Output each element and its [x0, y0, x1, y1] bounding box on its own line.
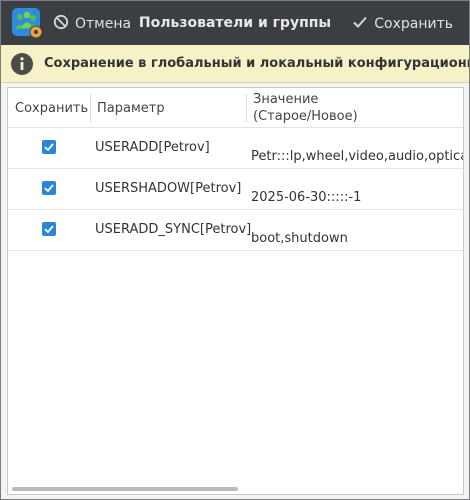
column-header-save-label: Сохранить — [15, 100, 89, 116]
checkmark-icon — [44, 184, 54, 193]
cancel-label: Отмена — [75, 16, 132, 32]
cancel-icon — [53, 14, 69, 34]
table-row[interactable]: USERADD[Petrov] Petr:::lp,wheel,video,au… — [8, 128, 463, 169]
checkmark-icon — [44, 225, 54, 234]
table-row[interactable]: USERSHADOW[Petrov] 2025-06-30:::::-1 — [8, 169, 463, 210]
column-separator[interactable] — [246, 94, 247, 122]
column-header-save[interactable]: Сохранить — [15, 88, 88, 128]
horizontal-scrollbar[interactable] — [12, 487, 238, 491]
column-header-value-label: Значение — [253, 92, 319, 107]
param-value: boot,shutdown — [251, 231, 348, 246]
info-message: Сохранение в глобальный и локальный конф… — [44, 56, 469, 71]
users-settings-app-icon — [11, 7, 43, 39]
param-name: USERADD[Petrov] — [95, 140, 210, 155]
column-header-value[interactable]: Значение (Старое/Новое) — [253, 88, 358, 128]
save-label: Сохранить — [374, 16, 453, 32]
cancel-button[interactable]: Отмена — [53, 13, 131, 35]
param-name: USERADD_SYNC[Petrov] — [95, 222, 252, 237]
settings-table: Сохранить Параметр Значение (Старое/Ново… — [7, 87, 464, 495]
dialog-window: Отмена Пользователи и группы Сохранить С… — [0, 0, 470, 500]
header-bar: Отмена Пользователи и группы Сохранить — [1, 1, 469, 45]
param-value: Petr:::lp,wheel,video,audio,optical,st — [251, 149, 463, 164]
column-header-param-label: Параметр — [97, 100, 165, 116]
table-header: Сохранить Параметр Значение (Старое/Ново… — [8, 88, 463, 128]
checkmark-icon — [44, 143, 54, 152]
save-checkbox[interactable] — [42, 181, 56, 195]
param-value: 2025-06-30:::::-1 — [251, 190, 362, 205]
info-icon — [10, 52, 34, 76]
column-header-value-sublabel: (Старое/Новое) — [253, 109, 358, 124]
save-checkbox[interactable] — [42, 222, 56, 236]
param-name: USERSHADOW[Petrov] — [95, 181, 242, 196]
column-header-param[interactable]: Параметр — [97, 88, 165, 128]
checkmark-icon — [352, 14, 368, 34]
save-checkbox[interactable] — [42, 140, 56, 154]
info-bar: Сохранение в глобальный и локальный конф… — [1, 45, 469, 83]
column-separator[interactable] — [90, 94, 91, 122]
save-button[interactable]: Сохранить — [352, 13, 453, 35]
table-row[interactable]: USERADD_SYNC[Petrov] boot,shutdown — [8, 210, 463, 251]
